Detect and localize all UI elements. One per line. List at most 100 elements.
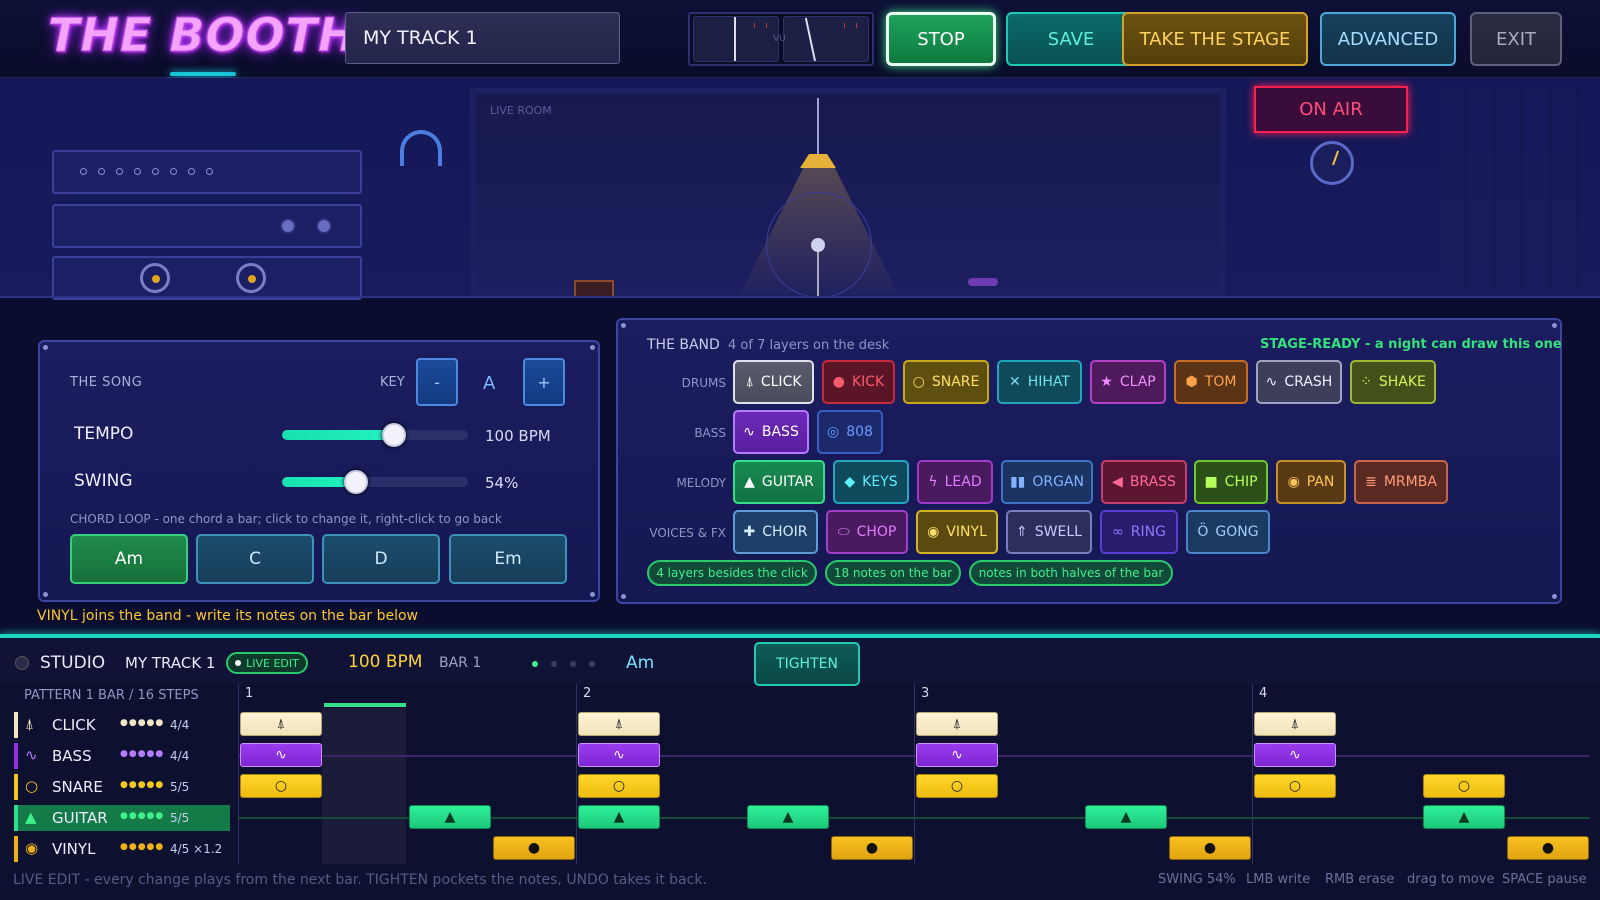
beat-number-3: 3 bbox=[921, 686, 930, 701]
layer-guitar[interactable]: ▲ GUITAR bbox=[733, 460, 825, 504]
layer-gong[interactable]: Ö GONG bbox=[1186, 510, 1270, 554]
track-row-guitar[interactable]: ▲ GUITAR ●●●●● 5/5 bbox=[14, 805, 230, 831]
step-bass[interactable]: ∿ bbox=[1254, 743, 1336, 767]
layer-lead[interactable]: ϟ LEAD bbox=[917, 460, 993, 504]
layer-clap[interactable]: ★ CLAP bbox=[1090, 360, 1166, 404]
volume-dots[interactable]: ●●●●● bbox=[120, 780, 164, 790]
chord-button-3[interactable]: D bbox=[322, 534, 440, 584]
layer-organ[interactable]: ▮▮ ORGAN bbox=[1001, 460, 1093, 504]
step-guitar[interactable]: ▲ bbox=[1085, 805, 1167, 829]
step-click[interactable]: ⍋ bbox=[578, 712, 660, 736]
take-the-stage-button[interactable]: TAKE THE STAGE bbox=[1122, 12, 1308, 66]
layer-label: GUITAR bbox=[761, 474, 814, 490]
step-snare[interactable]: ○ bbox=[916, 774, 998, 798]
swing-slider[interactable] bbox=[282, 470, 468, 494]
step-click[interactable]: ⍋ bbox=[240, 712, 322, 736]
triangle-icon: ▲ bbox=[1120, 809, 1132, 825]
step-guitar[interactable]: ▲ bbox=[747, 805, 829, 829]
layer-pan[interactable]: ◉ PAN bbox=[1276, 460, 1346, 504]
step-vinyl[interactable]: ● bbox=[1169, 836, 1251, 860]
layer-click[interactable]: ⍋ CLICK bbox=[733, 360, 814, 404]
step-vinyl[interactable]: ● bbox=[831, 836, 913, 860]
layer-ring[interactable]: ∞ RING bbox=[1100, 510, 1178, 554]
track-row-vinyl[interactable]: ◉ VINYL ●●●●● 4/5 ×1.2 bbox=[14, 836, 230, 862]
step-guitar[interactable]: ▲ bbox=[578, 805, 660, 829]
record-icon: ● bbox=[865, 840, 879, 856]
key-up-button[interactable]: + bbox=[523, 358, 565, 406]
goal-layers: 4 layers besides the click bbox=[647, 560, 817, 586]
step-vinyl[interactable]: ● bbox=[493, 836, 575, 860]
square-icon: ■ bbox=[1204, 474, 1218, 490]
chord-button-4[interactable]: Em bbox=[449, 534, 567, 584]
track-row-bass[interactable]: ∿ BASS ●●●●● 4/4 bbox=[14, 743, 230, 769]
live-edit-badge[interactable]: LIVE EDIT bbox=[226, 652, 308, 674]
step-bass[interactable]: ∿ bbox=[578, 743, 660, 767]
beat-number-2: 2 bbox=[583, 686, 592, 701]
step-snare[interactable]: ○ bbox=[240, 774, 322, 798]
volume-dots[interactable]: ●●●●● bbox=[120, 749, 164, 759]
hexagon-icon: ⬢ bbox=[1185, 374, 1198, 390]
stack-icon: ≣ bbox=[1365, 474, 1377, 490]
layer-snare[interactable]: ○ SNARE bbox=[903, 360, 989, 404]
clock-icon bbox=[1310, 141, 1354, 185]
key-down-button[interactable]: - bbox=[416, 358, 458, 406]
advanced-button[interactable]: ADVANCED bbox=[1320, 12, 1456, 66]
tempo-slider-thumb[interactable] bbox=[381, 423, 406, 447]
layer-label: CRASH bbox=[1284, 374, 1333, 390]
layer-chip[interactable]: ■ CHIP bbox=[1194, 460, 1268, 504]
circle-icon: ● bbox=[832, 374, 845, 390]
step-click[interactable]: ⍋ bbox=[1254, 712, 1336, 736]
layer-bass[interactable]: ∿ BASS bbox=[733, 410, 809, 454]
mic-stand bbox=[817, 246, 819, 298]
footer-rmb: RMB erase bbox=[1325, 872, 1395, 887]
studio-title: STUDIO bbox=[40, 653, 106, 673]
step-click[interactable]: ⍋ bbox=[916, 712, 998, 736]
power-icon[interactable] bbox=[15, 656, 29, 670]
chord-button-2[interactable]: C bbox=[196, 534, 314, 584]
track-name-field[interactable]: MY TRACK 1 bbox=[345, 12, 620, 64]
layer-kick[interactable]: ● KICK bbox=[822, 360, 895, 404]
layer-brass[interactable]: ◀ BRASS bbox=[1101, 460, 1187, 504]
volume-dots[interactable]: ●●●●● bbox=[120, 811, 164, 821]
layer-swell[interactable]: ⇑ SWELL bbox=[1006, 510, 1092, 554]
step-vinyl[interactable]: ● bbox=[1507, 836, 1589, 860]
layer-hihat[interactable]: ✕ HIHAT bbox=[997, 360, 1082, 404]
track-row-click[interactable]: ⍋ CLICK ●●●●● 4/4 bbox=[14, 712, 230, 738]
layer-808[interactable]: ◎ 808 bbox=[817, 410, 883, 454]
stop-button[interactable]: STOP bbox=[886, 12, 996, 66]
save-button[interactable]: SAVE bbox=[1006, 12, 1136, 66]
step-guitar[interactable]: ▲ bbox=[1423, 805, 1505, 829]
layer-shake[interactable]: ⁘ SHAKE bbox=[1350, 360, 1436, 404]
volume-dots[interactable]: ●●●●● bbox=[120, 842, 164, 852]
step-bass[interactable]: ∿ bbox=[240, 743, 322, 767]
exit-button[interactable]: EXIT bbox=[1470, 12, 1562, 66]
row-label-bass: BASS bbox=[694, 426, 726, 440]
layer-chop[interactable]: ⬭ CHOP bbox=[826, 510, 908, 554]
step-snare[interactable]: ○ bbox=[1254, 774, 1336, 798]
wave-icon: ∿ bbox=[613, 747, 625, 763]
track-row-snare[interactable]: ○ SNARE ●●●●● 5/5 bbox=[14, 774, 230, 800]
step-snare[interactable]: ○ bbox=[1423, 774, 1505, 798]
layer-tom[interactable]: ⬢ TOM bbox=[1174, 360, 1248, 404]
live-edit-label: LIVE EDIT bbox=[246, 656, 299, 670]
track-name: VINYL bbox=[52, 840, 96, 858]
layer-label: 808 bbox=[846, 424, 873, 440]
vinyl-hint: VINYL joins the band - write its notes o… bbox=[37, 608, 418, 624]
current-chord: Am bbox=[626, 653, 655, 673]
step-snare[interactable]: ○ bbox=[578, 774, 660, 798]
layer-choir[interactable]: ✚ CHOIR bbox=[733, 510, 818, 554]
volume-dots[interactable]: ●●●●● bbox=[120, 718, 164, 728]
chord-button-1[interactable]: Am bbox=[70, 534, 188, 584]
diamond-icon: ◆ bbox=[844, 474, 856, 490]
layer-marimba[interactable]: ≣ MRMBA bbox=[1354, 460, 1448, 504]
beat-number-1: 1 bbox=[245, 686, 254, 701]
layer-vinyl[interactable]: ◉ VINYL bbox=[916, 510, 998, 554]
tempo-slider[interactable] bbox=[282, 423, 468, 447]
layer-keys[interactable]: ◆ KEYS bbox=[833, 460, 909, 504]
layer-crash[interactable]: ∿ CRASH bbox=[1256, 360, 1342, 404]
step-guitar[interactable]: ▲ bbox=[409, 805, 491, 829]
ring-icon: ○ bbox=[950, 778, 964, 794]
step-bass[interactable]: ∿ bbox=[916, 743, 998, 767]
tighten-button[interactable]: TIGHTEN bbox=[754, 642, 860, 686]
layer-label: KEYS bbox=[862, 474, 898, 490]
